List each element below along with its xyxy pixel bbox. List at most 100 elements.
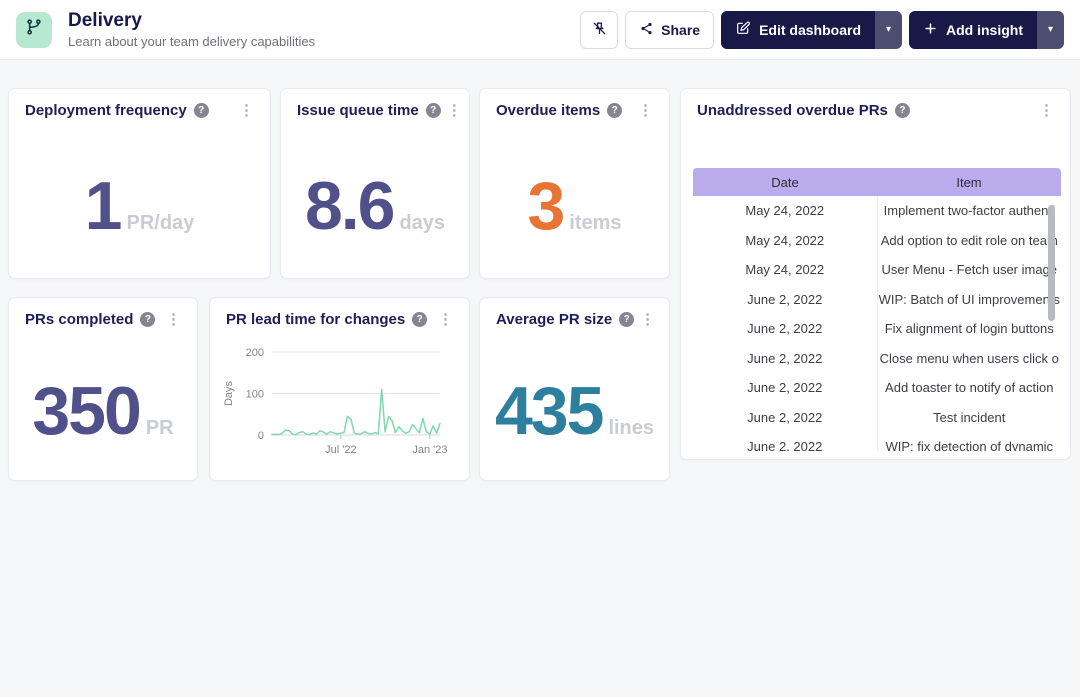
table-row: May 24, 2022User Menu - Fetch user image xyxy=(693,255,1061,285)
svg-text:100: 100 xyxy=(246,389,264,401)
metric-unit: PR xyxy=(146,417,174,440)
card-average-pr-size: Average PR size ? ⋮ 435 lines xyxy=(479,297,670,481)
unpin-button[interactable] xyxy=(580,11,618,49)
help-icon[interactable]: ? xyxy=(895,103,910,118)
help-icon[interactable]: ? xyxy=(194,103,209,118)
kebab-menu-icon[interactable]: ⋮ xyxy=(233,103,260,118)
svg-text:200: 200 xyxy=(246,347,264,359)
cell-date: June 2, 2022 xyxy=(693,432,877,451)
table-header-row: Date Item xyxy=(693,168,1061,196)
table-row: June 2, 2022Close menu when users click … xyxy=(693,344,1061,374)
column-header-item: Item xyxy=(877,175,1061,190)
cell-item: Fix alignment of login buttons xyxy=(877,314,1062,344)
dashboard-logo xyxy=(16,12,52,48)
card-title: Issue queue time xyxy=(297,102,419,119)
header-actions: Share Edit dashboard ▾ xyxy=(580,11,1064,49)
card-pr-lead-time: PR lead time for changes ? ⋮ 0 100 200 Days… xyxy=(209,297,470,481)
chevron-down-icon: ▾ xyxy=(1048,24,1053,35)
add-insight-caret-button[interactable]: ▾ xyxy=(1037,11,1064,49)
table-row: June 2, 2022WIP: fix detection of dynami… xyxy=(693,432,1061,451)
metric-value: 1 xyxy=(85,172,121,240)
table-row: June 2, 2022Test incident xyxy=(693,403,1061,433)
cell-item: Add option to edit role on team xyxy=(877,226,1062,256)
edit-dashboard-caret-button[interactable]: ▾ xyxy=(875,11,902,49)
svg-text:Jul '22: Jul '22 xyxy=(325,444,356,456)
kebab-menu-icon[interactable]: ⋮ xyxy=(160,312,187,327)
cell-date: June 2, 2022 xyxy=(693,373,877,403)
help-icon[interactable]: ? xyxy=(619,312,634,327)
card-title: Unaddressed overdue PRs xyxy=(697,102,888,119)
kebab-menu-icon[interactable]: ⋮ xyxy=(1033,103,1060,118)
cell-item: WIP: Batch of UI improvements xyxy=(877,285,1062,315)
kebab-menu-icon[interactable]: ⋮ xyxy=(632,103,659,118)
card-title: Overdue items xyxy=(496,102,600,119)
help-icon[interactable]: ? xyxy=(426,103,441,118)
share-icon xyxy=(639,21,654,39)
metric-unit: lines xyxy=(608,417,654,440)
kebab-menu-icon[interactable]: ⋮ xyxy=(432,312,459,327)
card-issue-queue-time: Issue queue time ? ⋮ 8.6 days xyxy=(280,88,470,279)
metric-value: 350 xyxy=(32,377,139,445)
svg-text:Days: Days xyxy=(223,380,235,406)
share-button-label: Share xyxy=(661,22,700,38)
pencil-square-icon xyxy=(735,20,751,39)
overdue-prs-table: Date Item May 24, 2022Implement two-fact… xyxy=(693,168,1061,451)
pin-off-icon xyxy=(591,20,608,40)
card-overdue-items: Overdue items ? ⋮ 3 items xyxy=(479,88,670,279)
table-row: May 24, 2022Add option to edit role on t… xyxy=(693,226,1061,256)
card-title: PRs completed xyxy=(25,311,133,328)
cell-date: May 24, 2022 xyxy=(693,196,877,226)
card-title: Average PR size xyxy=(496,311,612,328)
page-title: Delivery xyxy=(68,10,315,33)
add-insight-split-button: Add insight ▾ xyxy=(909,11,1064,49)
svg-text:0: 0 xyxy=(258,430,264,442)
cell-date: June 2, 2022 xyxy=(693,344,877,374)
cell-date: June 2, 2022 xyxy=(693,403,877,433)
pr-lead-time-chart: 0 100 200 Days Jul '22 Jan '23 xyxy=(218,340,463,464)
card-title: Deployment frequency xyxy=(25,102,187,119)
metric-unit: days xyxy=(399,212,445,235)
column-header-date: Date xyxy=(693,175,877,190)
edit-dashboard-split-button: Edit dashboard ▾ xyxy=(721,11,902,49)
add-insight-label: Add insight xyxy=(946,22,1023,38)
edit-dashboard-button[interactable]: Edit dashboard xyxy=(721,11,875,49)
cell-item: Test incident xyxy=(877,403,1062,433)
cell-item: Implement two-factor authenti xyxy=(877,196,1062,226)
cell-date: May 24, 2022 xyxy=(693,226,877,256)
table-row: June 2, 2022Add toaster to notify of act… xyxy=(693,373,1061,403)
metric-value: 3 xyxy=(527,172,563,240)
kebab-menu-icon[interactable]: ⋮ xyxy=(441,103,468,118)
card-prs-completed: PRs completed ? ⋮ 350 PR xyxy=(8,297,198,481)
cell-item: Add toaster to notify of action xyxy=(877,373,1062,403)
help-icon[interactable]: ? xyxy=(607,103,622,118)
app-header: Delivery Learn about your team delivery … xyxy=(0,0,1080,60)
table-row: June 2, 2022WIP: Batch of UI improvement… xyxy=(693,285,1061,315)
share-button[interactable]: Share xyxy=(625,11,714,49)
metric-unit: PR/day xyxy=(127,212,195,235)
git-branch-icon xyxy=(25,18,43,41)
metric-unit: items xyxy=(569,212,621,235)
card-deployment-frequency: Deployment frequency ? ⋮ 1 PR/day xyxy=(8,88,271,279)
table-scrollbar[interactable] xyxy=(1048,205,1055,321)
svg-text:Jan '23: Jan '23 xyxy=(412,444,447,456)
cell-item: WIP: fix detection of dynamic xyxy=(877,432,1062,451)
add-insight-button[interactable]: Add insight xyxy=(909,11,1037,49)
help-icon[interactable]: ? xyxy=(140,312,155,327)
card-unaddressed-overdue-prs: Unaddressed overdue PRs ? ⋮ Date Item Ma… xyxy=(680,88,1071,460)
page-subtitle: Learn about your team delivery capabilit… xyxy=(68,34,315,49)
edit-dashboard-label: Edit dashboard xyxy=(759,22,861,38)
metric-value: 8.6 xyxy=(305,172,394,240)
cell-item: Close menu when users click o xyxy=(877,344,1062,374)
cell-item: User Menu - Fetch user image xyxy=(877,255,1062,285)
chevron-down-icon: ▾ xyxy=(886,24,891,35)
dashboard-board: Deployment frequency ? ⋮ 1 PR/day Issue … xyxy=(0,60,1080,697)
help-icon[interactable]: ? xyxy=(412,312,427,327)
table-row: May 24, 2022Implement two-factor authent… xyxy=(693,196,1061,226)
card-title: PR lead time for changes xyxy=(226,311,405,328)
overdue-prs-table-body: May 24, 2022Implement two-factor authent… xyxy=(693,196,1061,451)
table-row: June 2, 2022Fix alignment of login butto… xyxy=(693,314,1061,344)
kebab-menu-icon[interactable]: ⋮ xyxy=(634,312,661,327)
cell-date: June 2, 2022 xyxy=(693,314,877,344)
cell-date: June 2, 2022 xyxy=(693,285,877,315)
metric-value: 435 xyxy=(495,377,602,445)
